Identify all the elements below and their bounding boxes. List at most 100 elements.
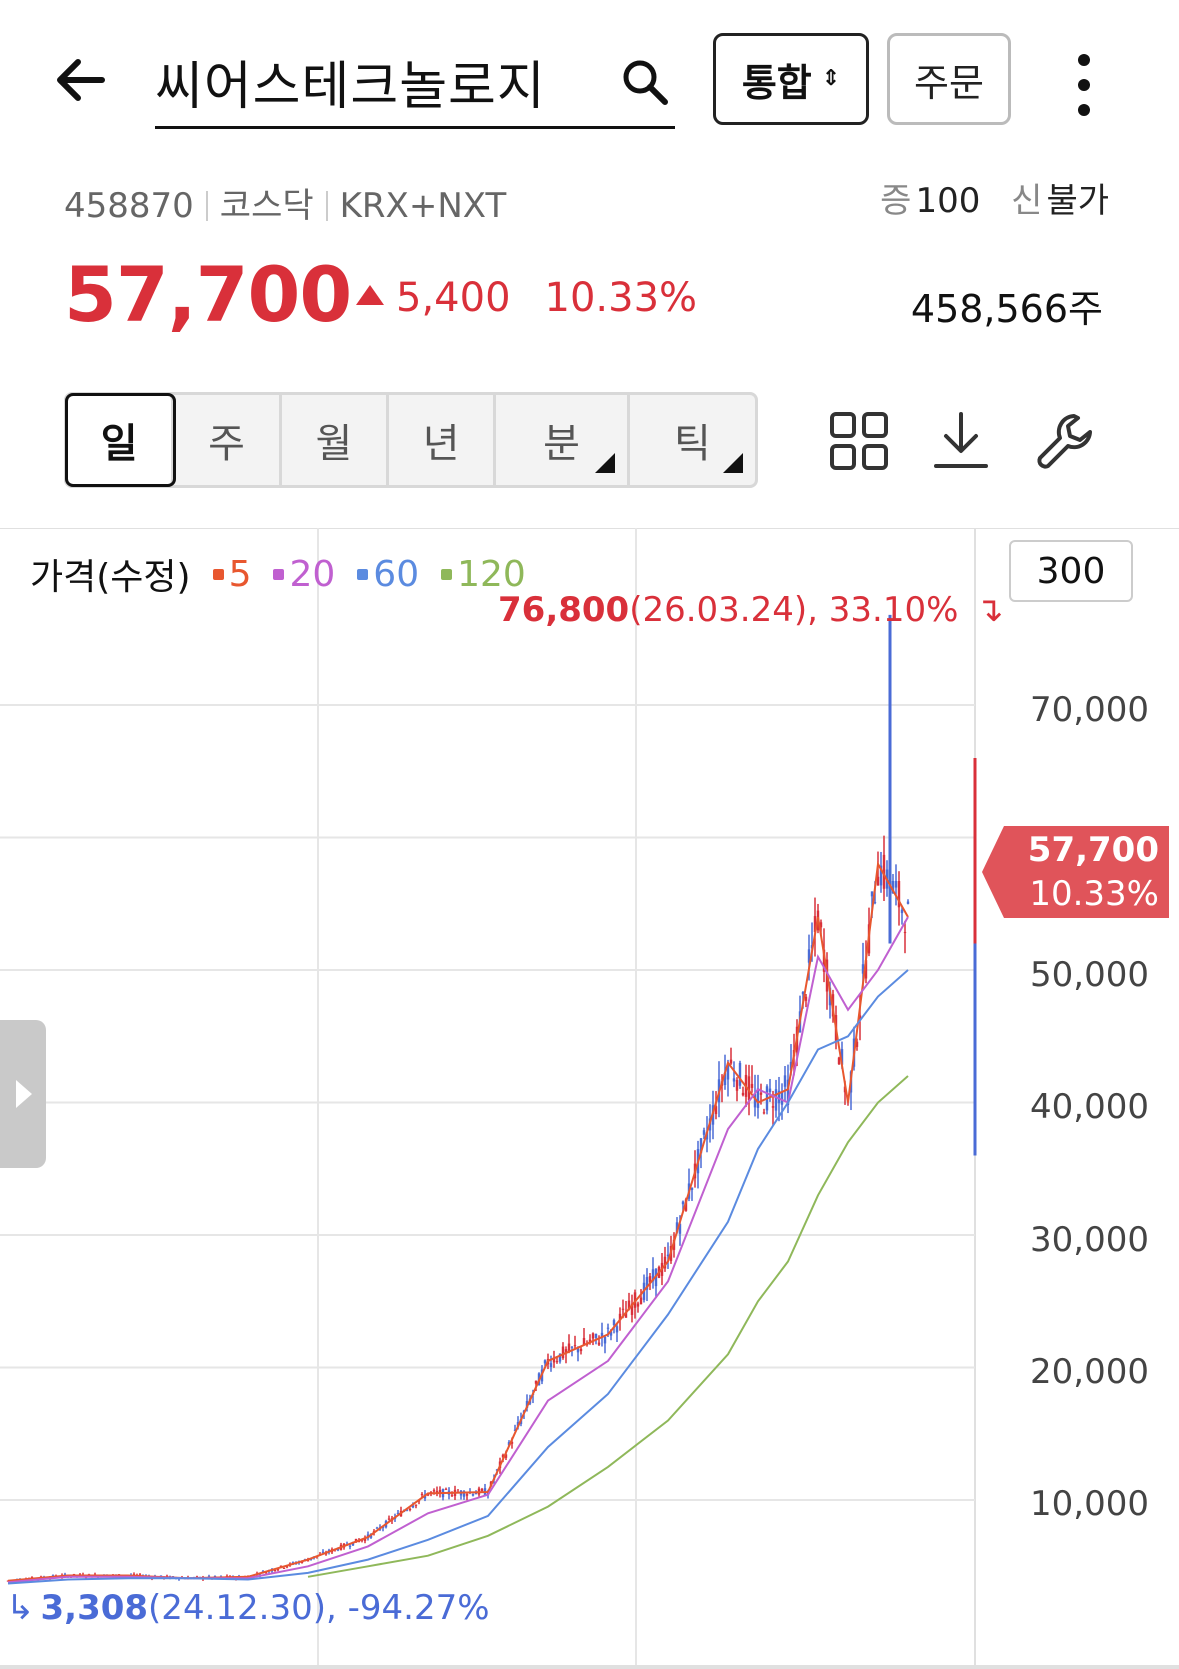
current-price-tag: 57,700 10.33%: [982, 826, 1169, 918]
candle-body: [615, 1326, 619, 1333]
high-detail: (26.03.24), 33.10%: [629, 590, 959, 630]
y-axis-label: 70,000: [1030, 690, 1149, 730]
y-axis-label: 50,000: [1030, 955, 1149, 995]
grid-layout-icon[interactable]: [828, 410, 890, 472]
candle-body: [549, 1363, 553, 1367]
range-count-button[interactable]: 300: [1009, 540, 1133, 602]
margin-info: 증 100 신 불가: [880, 173, 1109, 222]
credit-label: 신: [1011, 181, 1043, 221]
candle-body: [804, 996, 808, 1001]
tab-day[interactable]: 일: [64, 393, 177, 487]
candle-body: [573, 1345, 577, 1347]
candle-body: [465, 1494, 469, 1496]
candle-body: [414, 1504, 418, 1506]
tab-month[interactable]: 월: [282, 395, 390, 485]
wrench-icon[interactable]: [1034, 410, 1096, 472]
low-value: 3,308: [40, 1588, 149, 1628]
market-select-button[interactable]: 통합 ⇕: [713, 33, 869, 125]
candle-body: [471, 1494, 475, 1496]
order-button[interactable]: 주문: [887, 33, 1011, 125]
candle-body: [348, 1545, 352, 1547]
candle-body: [735, 1080, 739, 1091]
candle-body: [591, 1333, 595, 1339]
price-chart[interactable]: [0, 528, 1179, 1669]
candle-body: [603, 1336, 607, 1344]
legend-ma20[interactable]: 20: [273, 554, 335, 595]
candle-body: [387, 1518, 391, 1520]
tab-minute[interactable]: 분: [496, 395, 630, 485]
download-icon[interactable]: [930, 410, 992, 472]
candle-body: [870, 891, 874, 897]
candle-body: [375, 1527, 379, 1529]
candle-body: [639, 1297, 643, 1305]
market-name: 코스닥: [219, 186, 314, 226]
candle-body: [750, 1083, 754, 1088]
legend-ma5[interactable]: 5: [212, 554, 251, 595]
candle-body: [774, 1089, 778, 1111]
candle-body: [837, 1057, 841, 1065]
search-field[interactable]: 씨어스테크놀로지: [155, 40, 675, 129]
legend-ma60-label: 60: [373, 553, 420, 595]
candle-body: [768, 1088, 772, 1092]
candle-body: [894, 881, 898, 888]
high-value: 76,800: [498, 590, 630, 630]
tab-year-label: 년: [422, 421, 460, 467]
tab-year[interactable]: 년: [389, 395, 497, 485]
search-input[interactable]: 씨어스테크놀로지: [155, 44, 546, 119]
current-price: 57,700: [64, 250, 352, 339]
legend-title: 가격(수정): [30, 557, 191, 598]
y-axis-label: 20,000: [1030, 1352, 1149, 1392]
divider: [205, 191, 208, 221]
candle-body: [729, 1059, 733, 1064]
candle-body: [702, 1130, 706, 1135]
high-annotation: 76,800(26.03.24), 33.10% ↴: [498, 590, 1004, 630]
chart-canvas[interactable]: [0, 528, 1179, 1669]
candle-body: [555, 1361, 559, 1363]
tab-week[interactable]: 주: [174, 395, 282, 485]
low-arrow-icon: ↳: [6, 1588, 35, 1628]
legend-ma120[interactable]: 120: [441, 554, 526, 595]
candle-body: [621, 1308, 625, 1310]
legend-swatch: [212, 568, 224, 580]
tab-day-label: 일: [100, 421, 138, 467]
search-icon[interactable]: [619, 56, 671, 108]
price-change: 5,400 10.33%: [356, 275, 697, 321]
legend-swatch: [357, 568, 369, 580]
high-arrow-icon: ↴: [975, 590, 1004, 630]
candle-body: [771, 1106, 775, 1108]
candle-body: [420, 1494, 424, 1496]
more-vertical-icon: [1078, 54, 1090, 116]
candle-body: [597, 1342, 601, 1345]
chevron-right-icon: [16, 1080, 32, 1108]
y-axis-label: 30,000: [1030, 1220, 1149, 1260]
tab-tick-label: 틱: [673, 421, 711, 467]
candle-body: [282, 1567, 286, 1569]
more-menu-button[interactable]: [1072, 50, 1096, 120]
legend-ma60[interactable]: 60: [357, 554, 419, 595]
tab-minute-label: 분: [543, 421, 580, 467]
candle-body: [681, 1201, 685, 1205]
candle-body: [432, 1490, 436, 1492]
stock-code: 458870: [64, 186, 194, 226]
candle-body: [903, 932, 907, 934]
candle-body: [561, 1346, 565, 1359]
candle-body: [543, 1360, 547, 1364]
current-price-tag-text: 57,700 10.33%: [1028, 828, 1159, 916]
side-panel-toggle[interactable]: [0, 1020, 46, 1168]
candle-body: [606, 1327, 610, 1329]
back-button[interactable]: [50, 48, 114, 112]
tab-tick[interactable]: 틱: [630, 395, 755, 485]
stock-meta: 458870 코스닥 KRX+NXT: [64, 178, 506, 227]
candle-body: [570, 1346, 574, 1348]
change-amount: 5,400: [396, 275, 511, 321]
up-triangle-icon: [356, 285, 384, 305]
candle-body: [732, 1078, 736, 1082]
sort-arrows-icon: ⇕: [821, 66, 841, 91]
candle-body: [900, 909, 904, 914]
legend-swatch: [273, 568, 285, 580]
chart-legend: 가격(수정) 5 20 60 120: [30, 548, 526, 600]
candle-body: [408, 1509, 412, 1511]
exchange-name: KRX+NXT: [339, 186, 507, 226]
trading-volume: 458,566주: [910, 287, 1103, 331]
arrow-left-icon: [57, 59, 105, 101]
